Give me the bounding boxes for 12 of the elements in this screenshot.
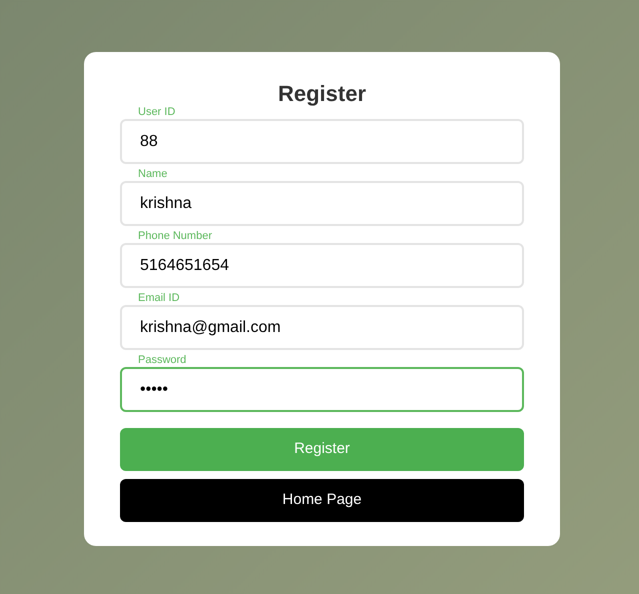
form-title: Register bbox=[278, 80, 366, 108]
field-label: Email ID bbox=[138, 292, 180, 305]
form-button[interactable]: Home Page bbox=[120, 479, 524, 522]
input-field[interactable]: krishna@gmail.com bbox=[120, 305, 524, 350]
field-label: Name bbox=[138, 168, 168, 181]
field-label: User ID bbox=[138, 106, 176, 119]
input-field[interactable]: 88 bbox=[120, 119, 524, 164]
input-field[interactable]: krishna bbox=[120, 181, 524, 226]
input-field[interactable]: 5164651654 bbox=[120, 243, 524, 288]
field-label: Phone Number bbox=[138, 230, 212, 243]
field-label: Password bbox=[138, 354, 186, 367]
input-field[interactable]: ••••• bbox=[120, 367, 524, 412]
